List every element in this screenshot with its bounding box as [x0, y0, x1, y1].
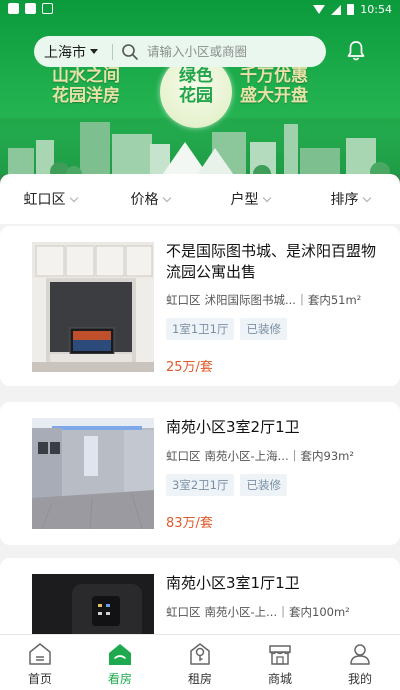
header-banner: 10:54 山水之间 花园洋房 绿色 花园 千万优惠 盛大开盘 上海市 请输入小… — [0, 0, 400, 190]
listing-tag: 已装修 — [240, 474, 287, 496]
listing-district: 虹口区 — [166, 449, 201, 463]
nav-shop[interactable]: 商城 — [240, 635, 320, 690]
search-input[interactable] — [147, 44, 317, 59]
banner-slogan-line: 花园洋房 — [52, 86, 120, 106]
status-notifications — [8, 3, 53, 14]
listing-tag: 1室1卫1厅 — [166, 318, 235, 340]
banner-slogan-line: 盛大开盘 — [240, 86, 308, 106]
notification-icon — [8, 3, 19, 14]
banner-slogan-line: 山水之间 — [52, 66, 120, 86]
filter-price[interactable]: 价格 — [100, 174, 200, 224]
listing-price: 83万/套 — [166, 516, 213, 531]
filter-sort[interactable]: 排序 — [300, 174, 400, 224]
chevron-down-icon — [162, 193, 171, 202]
banner-badge-line: 花园 — [179, 86, 213, 106]
listing-title: 不是国际图书城、是沭阳百盟物流园公寓出售 — [166, 242, 377, 281]
battery-icon — [347, 4, 355, 15]
banner-slogan-right: 千万优惠 盛大开盘 — [240, 66, 308, 106]
listing-location: 沭阳国际图书城... — [204, 293, 296, 307]
filter-layout[interactable]: 户型 — [200, 174, 300, 224]
listing-district: 虹口区 — [166, 293, 201, 307]
nav-view-house[interactable]: 看房 — [80, 635, 160, 690]
caret-down-icon — [90, 49, 98, 54]
listing-district: 虹口区 — [166, 605, 201, 619]
rent-key-icon — [190, 643, 210, 665]
notification-icon — [42, 3, 53, 14]
nav-label: 商城 — [267, 672, 292, 686]
chevron-down-icon — [262, 193, 271, 202]
home-icon — [29, 643, 51, 665]
notification-bell-icon[interactable] — [344, 39, 368, 63]
listing-location: 南苑小区-上... — [204, 605, 278, 619]
filter-label: 价格 — [130, 192, 159, 208]
wifi-icon — [313, 5, 326, 14]
nav-home[interactable]: 首页 — [0, 635, 80, 690]
listing-card[interactable]: 不是国际图书城、是沭阳百盟物流园公寓出售 虹口区 沭阳国际图书城... | 套内… — [0, 226, 400, 386]
chevron-down-icon — [362, 193, 371, 202]
house-view-icon — [109, 644, 131, 665]
listing-tag: 3室2卫1厅 — [166, 474, 235, 496]
listing-title: 南苑小区3室2厅1卫 — [166, 418, 300, 436]
shop-icon — [269, 645, 291, 665]
chevron-down-icon — [69, 193, 78, 202]
listing-meta: 虹口区 沭阳国际图书城... | 套内51m² — [166, 292, 388, 308]
signal-icon — [331, 4, 342, 15]
listing-photo — [32, 418, 154, 529]
listing-tags: 1室1卫1厅 已装修 — [166, 318, 287, 340]
meta-separator: | — [281, 604, 285, 618]
listing-card[interactable]: 南苑小区3室2厅1卫 虹口区 南苑小区-上海... | 套内93m² 3室2卫1… — [0, 402, 400, 545]
filter-district[interactable]: 虹口区 — [0, 174, 100, 224]
meta-separator: | — [299, 292, 304, 306]
nav-label: 我的 — [347, 672, 372, 686]
listing-location: 南苑小区-上海... — [204, 449, 289, 463]
listing-price: 25万/套 — [166, 360, 213, 375]
profile-icon — [350, 644, 370, 665]
search-icon — [122, 43, 138, 60]
listing-photo — [32, 242, 154, 372]
notification-icon — [25, 3, 36, 14]
listing-area: 套内93m² — [300, 449, 354, 463]
filter-bar: 虹口区 价格 户型 排序 — [0, 174, 400, 224]
status-time: 10:54 — [360, 3, 392, 16]
nav-profile[interactable]: 我的 — [320, 635, 400, 690]
nav-label: 租房 — [187, 672, 212, 686]
filter-label: 排序 — [330, 192, 359, 208]
listing-tags: 3室2卫1厅 已装修 — [166, 474, 287, 496]
listing-title: 南苑小区3室1厅1卫 — [166, 574, 300, 592]
listing-tag: 已装修 — [240, 318, 287, 340]
nav-label: 首页 — [27, 672, 52, 686]
filter-label: 户型 — [230, 192, 259, 208]
listing-meta: 虹口区 南苑小区-上海... | 套内93m² — [166, 448, 388, 464]
bottom-navigation: 首页 看房 租房 商城 我的 — [0, 634, 400, 690]
nav-rent[interactable]: 租房 — [160, 635, 240, 690]
city-label: 上海市 — [44, 44, 86, 61]
search-bar: 上海市 — [34, 36, 326, 67]
listing-meta: 虹口区 南苑小区-上... | 套内100m² — [166, 604, 388, 620]
meta-separator: | — [292, 448, 297, 462]
status-bar: 10:54 — [0, 0, 400, 20]
listing-area: 套内100m² — [289, 605, 350, 619]
banner-slogan-left: 山水之间 花园洋房 — [52, 66, 120, 106]
banner-badge-line: 绿色 — [179, 66, 213, 86]
banner-slogan-line: 千万优惠 — [240, 66, 308, 86]
listing-area: 套内51m² — [307, 293, 362, 307]
divider — [112, 43, 113, 60]
filter-label: 虹口区 — [23, 192, 66, 208]
nav-label: 看房 — [107, 672, 132, 686]
city-selector[interactable]: 上海市 — [34, 42, 104, 62]
